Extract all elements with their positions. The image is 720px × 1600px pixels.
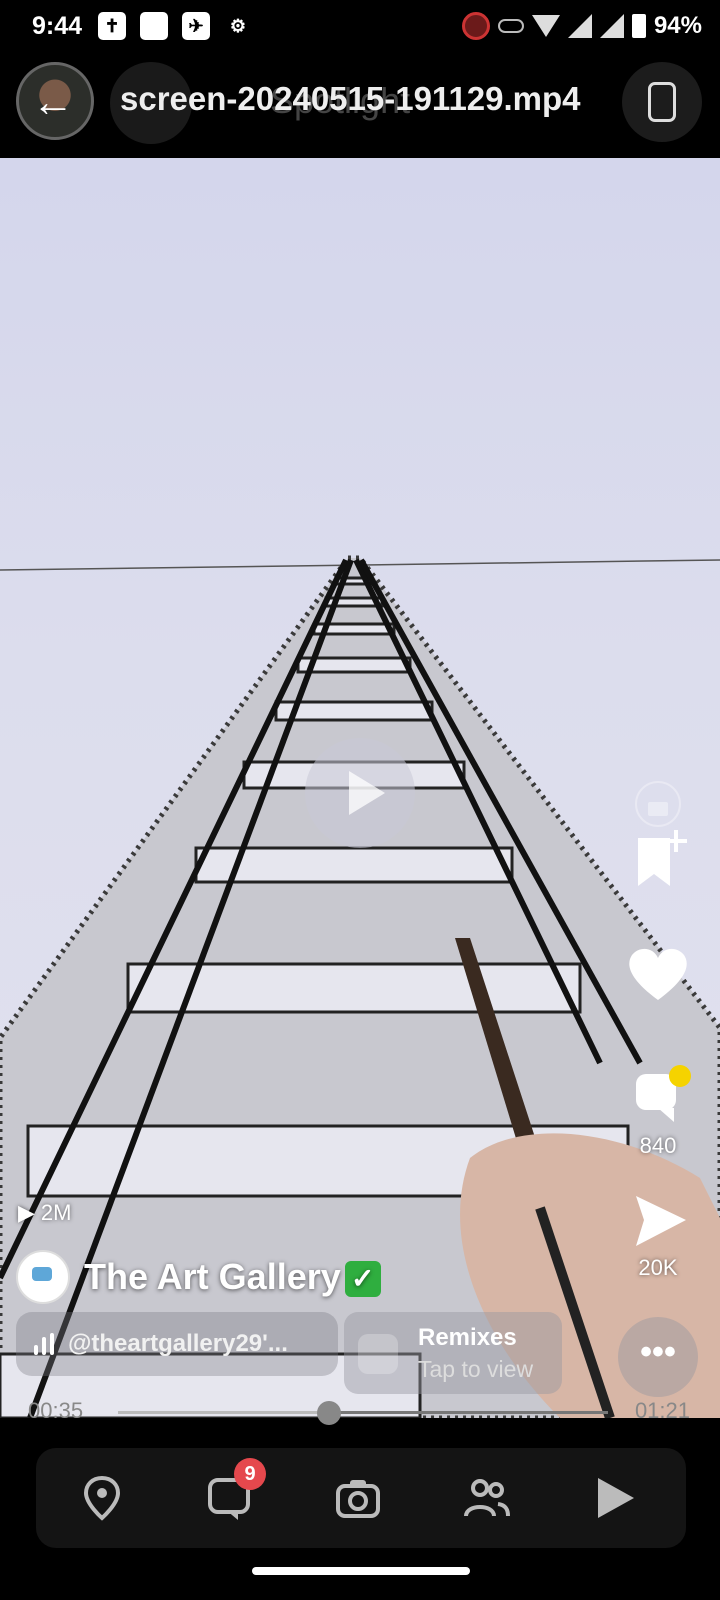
progress-knob[interactable] — [316, 1401, 341, 1425]
play-count-icon: ▶ — [18, 1200, 35, 1225]
wifi-icon — [531, 15, 560, 37]
notification-icon: ✝ — [98, 12, 126, 40]
home-gesture-handle[interactable] — [252, 1567, 470, 1575]
share-count: 20K — [638, 1255, 678, 1280]
save-bookmark-icon[interactable] — [618, 830, 698, 890]
remixes-button[interactable]: Remixes Tap to view — [344, 1312, 562, 1394]
creator-row[interactable]: The Art Gallery ✓ — [16, 1250, 381, 1304]
camera-icon[interactable] — [334, 1474, 382, 1522]
status-time: 9:44 — [32, 12, 83, 40]
flip-camera-button[interactable] — [622, 62, 702, 142]
creator-name-text: The Art Gallery — [84, 1256, 341, 1297]
creator-avatar[interactable] — [16, 1250, 70, 1304]
friends-icon[interactable] — [462, 1474, 510, 1522]
sound-chip[interactable]: @theartgallery29'... — [16, 1312, 338, 1376]
remix-lock-icon[interactable] — [618, 780, 698, 828]
more-options-button[interactable]: ••• — [618, 1317, 698, 1397]
video-player[interactable] — [0, 158, 720, 1418]
spotlight-icon[interactable] — [590, 1474, 638, 1522]
share-button[interactable]: 20K — [618, 1190, 698, 1281]
notification-icon: ⚙ — [229, 16, 247, 36]
back-arrow-icon[interactable]: ← — [32, 81, 74, 123]
notification-icon — [140, 12, 168, 40]
chat-tab[interactable]: 9 — [206, 1458, 266, 1522]
remix-title: Remixes — [418, 1324, 517, 1351]
view-count: ▶ 2M — [18, 1200, 71, 1226]
comment-button[interactable]: 840 — [618, 1064, 698, 1159]
status-right: 94% — [461, 12, 702, 40]
comment-icon — [636, 1065, 691, 1122]
verified-check-icon: ✓ — [344, 1261, 381, 1298]
creator-name[interactable]: The Art Gallery ✓ — [84, 1256, 381, 1298]
remix-subtitle: Tap to view — [418, 1356, 534, 1382]
battery-percent: 94% — [653, 12, 702, 39]
video-file-title: screen-20240515-191129.mp4 — [120, 80, 581, 117]
map-icon[interactable] — [78, 1474, 126, 1522]
progress-fill — [118, 1411, 329, 1414]
play-overlay-icon[interactable] — [305, 738, 415, 848]
heart-icon[interactable] — [618, 944, 698, 1002]
current-time: 00:35 — [28, 1398, 84, 1423]
sound-wave-icon — [34, 1333, 54, 1355]
share-icon — [636, 1196, 686, 1246]
screen-record-icon — [461, 12, 490, 40]
vpn-key-icon — [497, 19, 524, 33]
duration: 01:21 — [634, 1398, 690, 1423]
telegram-icon: ✈ — [182, 12, 210, 40]
view-count-text: 2M — [40, 1200, 72, 1225]
comment-count: 840 — [639, 1133, 677, 1158]
chat-badge: 9 — [234, 1458, 266, 1490]
status-bar: 9:44 ✝ ✈ ⚙ 94% — [0, 0, 720, 54]
signal-icon — [599, 14, 624, 38]
sound-handle: @theartgallery29'... — [68, 1330, 288, 1357]
remix-camera-icon — [358, 1334, 398, 1374]
nav-row: 9 — [36, 1448, 686, 1548]
top-bar: ← Spotlight screen-20240515-191129.mp4 — [0, 54, 720, 158]
flip-camera-icon — [648, 82, 676, 122]
battery-icon — [631, 14, 646, 38]
signal-icon — [567, 14, 592, 38]
playback-scrubber[interactable]: 00:35 01:21 — [0, 1396, 720, 1440]
